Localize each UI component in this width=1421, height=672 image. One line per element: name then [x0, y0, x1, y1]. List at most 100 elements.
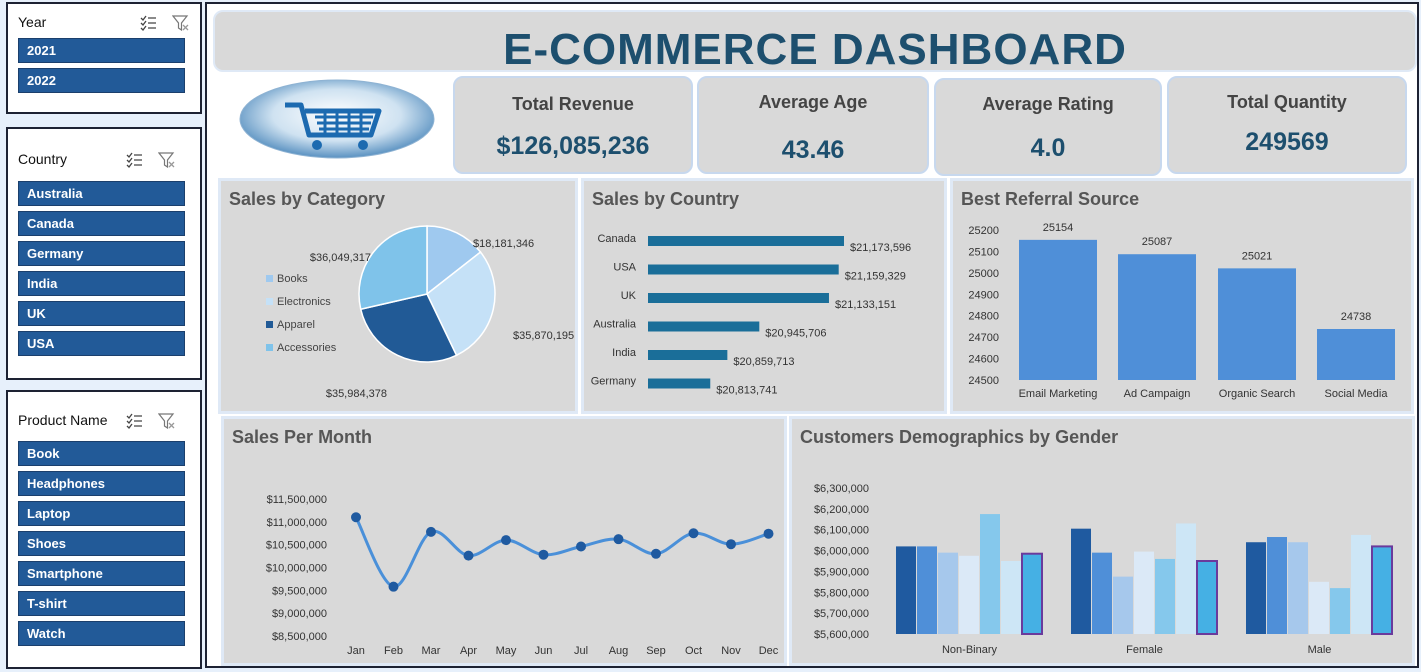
gender-bar: [896, 546, 916, 634]
referral-data-label: 25154: [1043, 222, 1074, 234]
gender-x-tick: Non-Binary: [942, 644, 998, 656]
month-y-tick: $9,000,000: [272, 608, 327, 620]
title-banner: E-COMMERCE DASHBOARD: [213, 10, 1417, 74]
kpi-total-quantity: Total Quantity 249569: [1167, 76, 1407, 174]
gender-y-tick: $5,800,000: [814, 587, 869, 599]
multi-select-icon[interactable]: [126, 151, 144, 169]
clear-filter-icon[interactable]: [158, 151, 176, 169]
gender-y-tick: $5,700,000: [814, 608, 869, 620]
gender-bar: [1371, 545, 1393, 635]
country-data-label: $21,133,151: [835, 299, 896, 311]
country-slicer-header: Country: [18, 149, 190, 171]
slicer-item-2021[interactable]: 2021: [18, 38, 185, 63]
country-tick-label: India: [612, 347, 637, 359]
gender-bar: [1176, 523, 1196, 634]
monthly-sales-line-chart: $11,500,000 $11,000,000 $10,500,000 $10,000…: [266, 494, 779, 657]
month-point: [426, 526, 436, 537]
kpi-average-age: Average Age 43.46: [697, 76, 929, 174]
gender-bar: [1351, 534, 1371, 634]
gender-y-tick: $6,100,000: [814, 525, 869, 537]
slicer-item-smartphone[interactable]: Smartphone: [18, 561, 185, 586]
country-data-label: $20,813,741: [716, 385, 777, 397]
pie-data-label: $35,870,195: [513, 330, 574, 342]
slicer-item-headphones[interactable]: Headphones: [18, 471, 185, 496]
month-y-tick: $11,500,000: [267, 494, 327, 506]
clear-filter-icon[interactable]: [158, 412, 176, 430]
referral-y-tick: 25200: [968, 225, 999, 237]
month-x-tick: Nov: [721, 645, 741, 657]
gender-y-tick: $5,600,000: [814, 629, 869, 641]
month-x-tick: Jul: [574, 645, 588, 657]
gender-bar-chart: $6,300,000 $6,200,000 $6,100,000 $6,000,000…: [814, 483, 1393, 656]
kpi-value: 4.0: [1030, 134, 1066, 162]
referral-x-tick: Ad Campaign: [1124, 388, 1191, 400]
country-data-label: $20,859,713: [733, 356, 794, 368]
country-data-label: $21,159,329: [845, 271, 906, 283]
category-pie-chart: $18,181,346 $35,870,195 $35,984,378 $36,049…: [266, 225, 574, 400]
referral-y-tick: 24800: [968, 311, 999, 323]
country-bar: [648, 321, 760, 332]
gender-bar: [959, 555, 979, 634]
month-point: [688, 528, 699, 539]
legend-swatch: [266, 298, 273, 305]
multi-select-icon[interactable]: [126, 412, 144, 430]
slicer-item-usa[interactable]: USA: [18, 331, 185, 356]
slicer-item-uk[interactable]: UK: [18, 301, 185, 326]
product-slicer-title: Product Name: [18, 412, 108, 428]
gender-bar: [1113, 576, 1133, 634]
gender-bar: [1092, 552, 1112, 634]
referral-bar: [1317, 329, 1395, 380]
year-slicer: Year 2021 2022: [6, 2, 202, 114]
slicer-item-shoes[interactable]: Shoes: [18, 531, 185, 556]
referral-y-tick: 24500: [968, 375, 999, 387]
year-slicer-header: Year: [18, 12, 190, 34]
multi-select-icon[interactable]: [140, 14, 158, 32]
country-bar: [648, 236, 844, 246]
clear-filter-icon[interactable]: [172, 14, 190, 32]
month-x-tick: Oct: [685, 645, 702, 657]
referral-data-label: 24738: [1341, 311, 1372, 323]
country-bar: [648, 378, 711, 389]
gender-bar: [1246, 542, 1266, 634]
slicer-item-india[interactable]: India: [18, 271, 185, 296]
gender-bar: [1021, 552, 1043, 635]
slicer-item-germany[interactable]: Germany: [18, 241, 185, 266]
gender-bar: [1134, 551, 1154, 634]
kpi-value: 43.46: [781, 136, 845, 164]
gender-bar: [938, 552, 958, 634]
slicer-item-watch[interactable]: Watch: [18, 621, 185, 646]
legend-label: Books: [277, 273, 308, 285]
legend-label: Electronics: [277, 296, 331, 308]
dashboard: E-COMMERCE DASHBOARD Total Revenue $126,…: [205, 2, 1419, 668]
slicer-item-2022[interactable]: 2022: [18, 68, 185, 93]
slicer-item-laptop[interactable]: Laptop: [18, 501, 185, 526]
month-point: [576, 541, 586, 552]
pie-data-label: $35,984,378: [326, 388, 387, 400]
slicer-item-book[interactable]: Book: [18, 441, 185, 466]
country-data-label: $21,173,596: [850, 242, 911, 254]
product-slicer-header: Product Name: [18, 410, 190, 432]
month-y-tick: $11,000,000: [267, 517, 327, 529]
referral-bar-chart: 25200 25100 25000 24900 24800 24700 24600 24500…: [968, 222, 1395, 400]
referral-data-label: 25087: [1142, 236, 1173, 248]
referral-data-label: 25021: [1242, 250, 1273, 262]
legend-swatch: [266, 321, 273, 328]
month-point: [651, 548, 661, 559]
year-slicer-title: Year: [18, 14, 47, 30]
month-x-tick: Mar: [422, 645, 441, 657]
slicer-item-canada[interactable]: Canada: [18, 211, 185, 236]
slicer-item-tshirt[interactable]: T-shirt: [18, 591, 185, 616]
shopping-cart-icon: [239, 79, 435, 159]
kpi-value: 249569: [1245, 128, 1329, 156]
slicer-item-australia[interactable]: Australia: [18, 181, 185, 206]
month-x-tick: Apr: [460, 645, 477, 657]
referral-y-tick: 25100: [968, 246, 999, 258]
month-y-tick: $8,500,000: [272, 631, 327, 643]
dashboard-title: E-COMMERCE DASHBOARD: [503, 25, 1127, 74]
gender-bar: [1330, 588, 1350, 634]
kpi-label: Total Quantity: [1227, 92, 1347, 112]
monthly-sales-line: [354, 516, 769, 589]
country-tick-label: USA: [613, 262, 636, 274]
month-point: [463, 550, 474, 561]
month-x-tick: Dec: [759, 645, 779, 657]
